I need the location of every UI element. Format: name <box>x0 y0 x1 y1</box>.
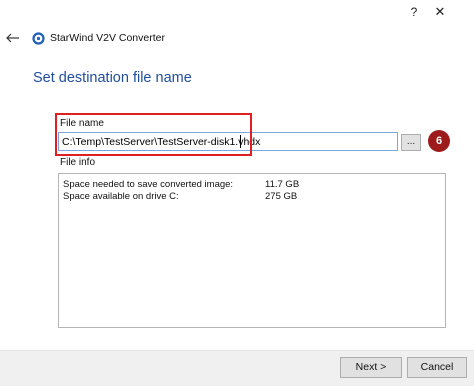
step-number-badge: 6 <box>428 130 450 152</box>
window-titlebar: ? ✕ <box>0 0 474 26</box>
file-info-panel: Space needed to save converted image: 11… <box>58 173 446 328</box>
browse-button[interactable]: ... <box>401 134 421 151</box>
info-row-value: 11.7 GB <box>265 179 300 190</box>
info-row-label: Space needed to save converted image: <box>63 179 234 190</box>
starwind-logo-icon <box>32 32 45 45</box>
app-title: StarWind V2V Converter <box>50 32 165 44</box>
footer-bar <box>0 350 474 386</box>
back-arrow-icon[interactable] <box>5 30 21 46</box>
cancel-button[interactable]: Cancel <box>407 357 467 378</box>
close-button[interactable]: ✕ <box>432 2 448 22</box>
help-button[interactable]: ? <box>406 2 422 22</box>
annotation-highlight-box <box>55 113 252 156</box>
file-info-label: File info <box>60 157 96 168</box>
info-row-label: Space available on drive C: <box>63 191 179 202</box>
info-row-value: 275 GB <box>265 191 298 202</box>
page-title: Set destination file name <box>33 70 192 86</box>
next-button[interactable]: Next > <box>340 357 402 378</box>
